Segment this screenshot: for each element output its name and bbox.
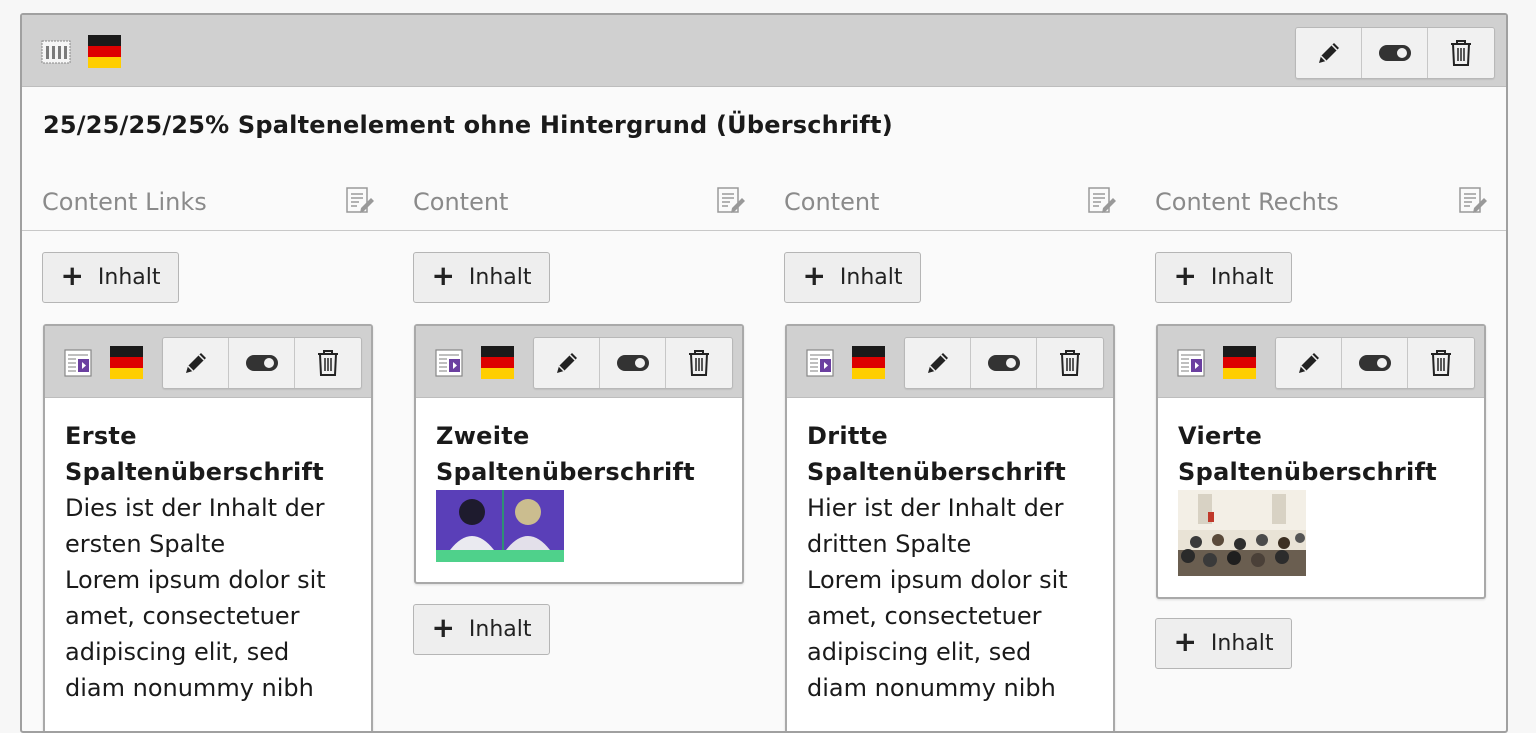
content-card: Vierte Spaltenüberschrift xyxy=(1156,324,1486,599)
add-content-button[interactable]: + Inhalt xyxy=(42,252,179,303)
trash-icon xyxy=(689,350,709,376)
plus-icon: + xyxy=(431,611,455,644)
card-body: Zweite Spaltenüberschrift xyxy=(416,398,742,582)
card-toolbar xyxy=(1275,337,1475,389)
column-header-divider xyxy=(22,230,1506,231)
add-content-label: Inhalt xyxy=(468,265,532,290)
content-card: Erste Spaltenüberschrift Dies ist der In… xyxy=(43,324,373,731)
plus-icon: + xyxy=(1173,259,1197,292)
delete-button[interactable] xyxy=(1428,28,1494,78)
de-flag-icon xyxy=(88,35,121,68)
card-body: Dritte Spaltenüberschrift Hier ist der I… xyxy=(787,398,1113,726)
edit-column-icon[interactable] xyxy=(716,185,746,217)
plus-icon: + xyxy=(802,259,826,292)
de-flag-icon xyxy=(852,346,885,379)
text-media-icon xyxy=(435,349,463,377)
edit-column-icon[interactable] xyxy=(345,185,375,217)
card-header xyxy=(1158,326,1484,398)
toggle-icon xyxy=(1358,355,1391,371)
de-flag-icon xyxy=(1223,346,1256,379)
card-heading: Dritte Spaltenüberschrift xyxy=(807,422,1067,486)
grid-columns-icon xyxy=(41,40,71,64)
card-toolbar xyxy=(162,337,362,389)
portrait-image xyxy=(436,490,564,562)
add-content-label: Inhalt xyxy=(1210,631,1274,656)
add-content-label: Inhalt xyxy=(97,265,161,290)
column-label: Content xyxy=(784,188,880,216)
delete-button[interactable] xyxy=(1037,338,1103,388)
card-toolbar xyxy=(904,337,1104,389)
toggle-visibility-button[interactable] xyxy=(1342,338,1408,388)
trash-icon xyxy=(1431,350,1451,376)
edit-button[interactable] xyxy=(163,338,229,388)
add-content-button[interactable]: + Inhalt xyxy=(413,604,550,655)
toggle-visibility-button[interactable] xyxy=(971,338,1037,388)
card-heading: Vierte Spaltenüberschrift xyxy=(1178,422,1438,486)
column-header-links: Content Links xyxy=(42,185,375,231)
de-flag-icon xyxy=(110,346,143,379)
card-text: Dies ist der Inhalt der ersten Spalte Lo… xyxy=(65,494,326,702)
pencil-icon xyxy=(1318,43,1339,63)
delete-button[interactable] xyxy=(1408,338,1474,388)
element-header xyxy=(22,15,1506,87)
edit-button[interactable] xyxy=(534,338,600,388)
trash-icon xyxy=(318,350,338,376)
column-label: Content Links xyxy=(42,188,207,216)
column-label: Content xyxy=(413,188,509,216)
grid-container-element: 25/25/25/25% Spaltenelement ohne Hinterg… xyxy=(20,13,1508,733)
trash-icon xyxy=(1451,40,1471,66)
element-toolbar xyxy=(1295,27,1495,79)
card-text: Hier ist der Inhalt der dritten Spalte L… xyxy=(807,494,1068,702)
add-content-label: Inhalt xyxy=(468,617,532,642)
toggle-visibility-button[interactable] xyxy=(1362,28,1428,78)
column-label: Content Rechts xyxy=(1155,188,1339,216)
add-content-button[interactable]: + Inhalt xyxy=(1155,618,1292,669)
column-header-rechts: Content Rechts xyxy=(1155,185,1488,231)
toggle-icon xyxy=(987,355,1020,371)
toggle-visibility-button[interactable] xyxy=(229,338,295,388)
add-content-label: Inhalt xyxy=(839,265,903,290)
content-card: Dritte Spaltenüberschrift Hier ist der I… xyxy=(785,324,1115,731)
edit-column-icon[interactable] xyxy=(1087,185,1117,217)
card-toolbar xyxy=(533,337,733,389)
edit-button[interactable] xyxy=(1296,28,1362,78)
text-media-icon xyxy=(1177,349,1205,377)
pencil-icon xyxy=(927,353,948,373)
add-content-button[interactable]: + Inhalt xyxy=(784,252,921,303)
plus-icon: + xyxy=(60,259,84,292)
add-content-button[interactable]: + Inhalt xyxy=(413,252,550,303)
delete-button[interactable] xyxy=(666,338,732,388)
trash-icon xyxy=(1060,350,1080,376)
edit-button[interactable] xyxy=(1276,338,1342,388)
pencil-icon xyxy=(1298,353,1319,373)
de-flag-icon xyxy=(481,346,514,379)
content-card: Zweite Spaltenüberschrift xyxy=(414,324,744,584)
column-header-content-2: Content xyxy=(784,185,1117,231)
card-header xyxy=(416,326,742,398)
toggle-visibility-button[interactable] xyxy=(600,338,666,388)
edit-column-icon[interactable] xyxy=(1458,185,1488,217)
card-heading: Zweite Spaltenüberschrift xyxy=(436,422,696,486)
plus-icon: + xyxy=(431,259,455,292)
edit-button[interactable] xyxy=(905,338,971,388)
plus-icon: + xyxy=(1173,625,1197,658)
column-header-content-1: Content xyxy=(413,185,746,231)
toggle-icon xyxy=(245,355,278,371)
text-media-icon xyxy=(64,349,92,377)
add-content-label: Inhalt xyxy=(1210,265,1274,290)
pencil-icon xyxy=(556,353,577,373)
card-body: Vierte Spaltenüberschrift xyxy=(1158,398,1484,596)
toggle-icon xyxy=(1378,45,1411,61)
toggle-icon xyxy=(616,355,649,371)
pencil-icon xyxy=(185,353,206,373)
room-photo-image xyxy=(1178,490,1306,576)
card-body: Erste Spaltenüberschrift Dies ist der In… xyxy=(45,398,371,726)
card-heading: Erste Spaltenüberschrift xyxy=(65,422,325,486)
card-header xyxy=(45,326,371,398)
element-title: 25/25/25/25% Spaltenelement ohne Hinterg… xyxy=(43,111,893,139)
text-media-icon xyxy=(806,349,834,377)
delete-button[interactable] xyxy=(295,338,361,388)
card-header xyxy=(787,326,1113,398)
add-content-button[interactable]: + Inhalt xyxy=(1155,252,1292,303)
